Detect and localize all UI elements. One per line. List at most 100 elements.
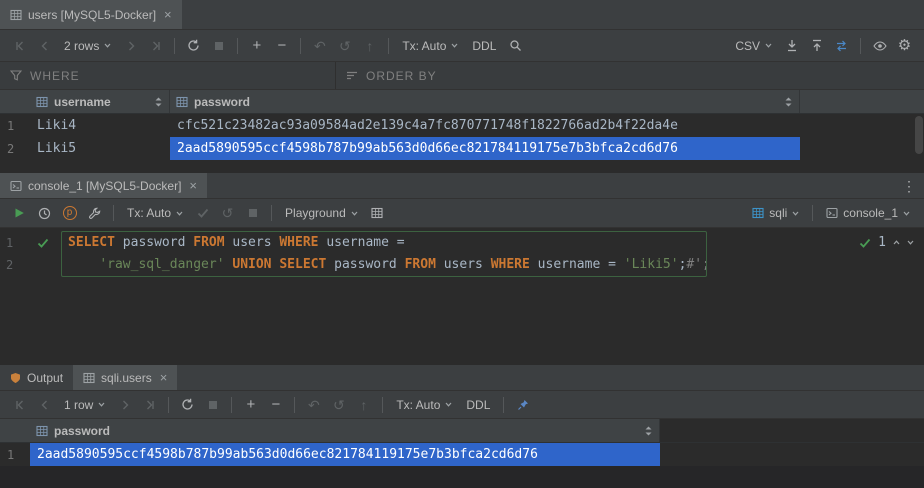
tab-users-table[interactable]: users [MySQL5-Docker] × [0, 0, 182, 29]
order-by-filter-field[interactable]: ORDER BY [336, 62, 447, 89]
column-header-password[interactable]: password [30, 419, 660, 442]
console-tab-bar: console_1 [MySQL5-Docker] × ⋮ [0, 173, 924, 199]
column-header-password[interactable]: password [170, 90, 800, 113]
ddl-button[interactable]: DDL [460, 393, 496, 416]
editor-line[interactable]: 2 'raw_sql_danger' UNION SELECT password… [0, 254, 924, 276]
first-page-icon[interactable] [8, 393, 31, 416]
rollback-icon[interactable]: ↺ [327, 393, 350, 416]
sort-icon[interactable] [644, 425, 653, 437]
next-page-icon[interactable] [113, 393, 136, 416]
inspections-widget[interactable]: 1 [859, 235, 914, 250]
sort-icon[interactable] [784, 96, 793, 108]
table-row[interactable]: 2Liki52aad5890595ccf4598b787b99ab563d0d6… [0, 137, 924, 160]
import-data-icon[interactable] [805, 34, 828, 57]
where-filter-field[interactable]: WHERE [0, 62, 336, 89]
next-page-icon[interactable] [119, 34, 142, 57]
export-format-dropdown[interactable]: CSV [729, 34, 778, 57]
tab-console-1[interactable]: console_1 [MySQL5-Docker] × [0, 173, 207, 198]
ddl-label: DDL [466, 398, 490, 412]
column-icon [36, 96, 48, 108]
results-column-headers: password [0, 419, 924, 443]
settings-wrench-icon[interactable] [83, 202, 106, 225]
submit-icon[interactable]: ↑ [352, 393, 375, 416]
chevron-down-icon [176, 211, 183, 216]
data-exchange-icon[interactable] [830, 34, 853, 57]
tx-mode-dropdown[interactable]: Tx: Auto [390, 393, 458, 416]
code-text[interactable]: 'raw_sql_danger' UNION SELECT password F… [60, 254, 710, 276]
order-by-icon [346, 70, 358, 81]
delete-row-icon[interactable]: − [264, 393, 287, 416]
tab-output[interactable]: Output [0, 365, 73, 390]
previous-page-icon[interactable] [33, 393, 56, 416]
table-row[interactable]: 12aad5890595ccf4598b787b99ab563d0d66ec82… [0, 443, 924, 466]
code-text[interactable]: SELECT password FROM users WHERE usernam… [60, 232, 405, 254]
in-editor-results-icon[interactable] [366, 202, 389, 225]
add-row-icon[interactable]: + [239, 393, 262, 416]
schema-label: sqli [769, 206, 787, 220]
page-size-dropdown[interactable]: 1 row [58, 393, 111, 416]
revert-changes-icon[interactable]: ↶ [308, 34, 331, 57]
table-cell[interactable]: Liki5 [30, 137, 170, 160]
export-data-icon[interactable] [780, 34, 803, 57]
view-options-eye-icon[interactable] [868, 34, 891, 57]
table-row[interactable]: 1Liki4cfc521c23482ac93a09584ad2e139c4a7f… [0, 114, 924, 137]
previous-page-icon[interactable] [33, 34, 56, 57]
table-icon [83, 372, 95, 384]
commit-check-icon[interactable] [191, 202, 214, 225]
table-cell[interactable]: cfc521c23482ac93a09584ad2e139c4a7fc87077… [170, 114, 800, 137]
chevron-down-icon [451, 43, 458, 48]
tab-sqli-users[interactable]: sqli.users × [73, 365, 177, 390]
gear-icon[interactable]: ⚙ [893, 34, 916, 57]
submit-icon[interactable]: ↑ [358, 34, 381, 57]
rollback-icon[interactable]: ↺ [216, 202, 239, 225]
page-size-dropdown[interactable]: 2 rows [58, 34, 117, 57]
parameters-icon[interactable]: p [58, 202, 81, 225]
playground-dropdown[interactable]: Playground [279, 202, 364, 225]
sort-icon[interactable] [154, 96, 163, 108]
results-grid: 12aad5890595ccf4598b787b99ab563d0d66ec82… [0, 443, 924, 466]
stop-icon[interactable] [241, 202, 264, 225]
table-cell[interactable]: 2aad5890595ccf4598b787b99ab563d0d66ec821… [30, 443, 660, 466]
editor-lines: 1 SELECT password FROM users WHERE userna… [0, 228, 924, 276]
executed-check-icon [37, 238, 49, 248]
close-icon[interactable]: × [164, 8, 172, 21]
close-icon[interactable]: × [160, 371, 168, 384]
last-page-icon[interactable] [144, 34, 167, 57]
rollback-icon[interactable]: ↺ [333, 34, 356, 57]
tx-mode-dropdown[interactable]: Tx: Auto [396, 34, 464, 57]
gutter-spacer [26, 254, 60, 276]
stop-icon[interactable] [201, 393, 224, 416]
first-page-icon[interactable] [8, 34, 31, 57]
page-size-label: 1 row [64, 398, 93, 412]
delete-row-icon[interactable]: − [270, 34, 293, 57]
reload-data-icon[interactable] [176, 393, 199, 416]
revert-changes-icon[interactable]: ↶ [302, 393, 325, 416]
table-cell[interactable]: Liki4 [30, 114, 170, 137]
more-options-icon[interactable]: ⋮ [900, 177, 918, 195]
last-page-icon[interactable] [138, 393, 161, 416]
table-cell[interactable]: 2aad5890595ccf4598b787b99ab563d0d66ec821… [170, 137, 800, 160]
add-row-icon[interactable]: + [245, 34, 268, 57]
history-clock-icon[interactable] [33, 202, 56, 225]
grid-filter-bar: WHERE ORDER BY [0, 62, 924, 90]
next-problem-icon[interactable] [907, 240, 914, 245]
search-icon[interactable] [504, 34, 527, 57]
separator [388, 38, 389, 54]
sql-editor[interactable]: 1 SELECT password FROM users WHERE userna… [0, 228, 924, 365]
column-header-username[interactable]: username [30, 90, 170, 113]
previous-problem-icon[interactable] [893, 240, 900, 245]
playground-label: Playground [285, 206, 346, 220]
tx-mode-dropdown[interactable]: Tx: Auto [121, 202, 189, 225]
stop-icon[interactable] [207, 34, 230, 57]
ddl-button[interactable]: DDL [466, 34, 502, 57]
pin-tab-icon[interactable] [511, 393, 534, 416]
close-icon[interactable]: × [189, 179, 197, 192]
editor-tab-bar: users [MySQL5-Docker] × [0, 0, 924, 30]
separator [860, 38, 861, 54]
reload-data-icon[interactable] [182, 34, 205, 57]
editor-line[interactable]: 1 SELECT password FROM users WHERE userna… [0, 232, 924, 254]
schema-dropdown[interactable]: sqli [746, 202, 805, 225]
execute-icon[interactable] [8, 202, 31, 225]
console-session-dropdown[interactable]: console_1 [820, 202, 916, 225]
vertical-scrollbar[interactable] [915, 116, 923, 154]
